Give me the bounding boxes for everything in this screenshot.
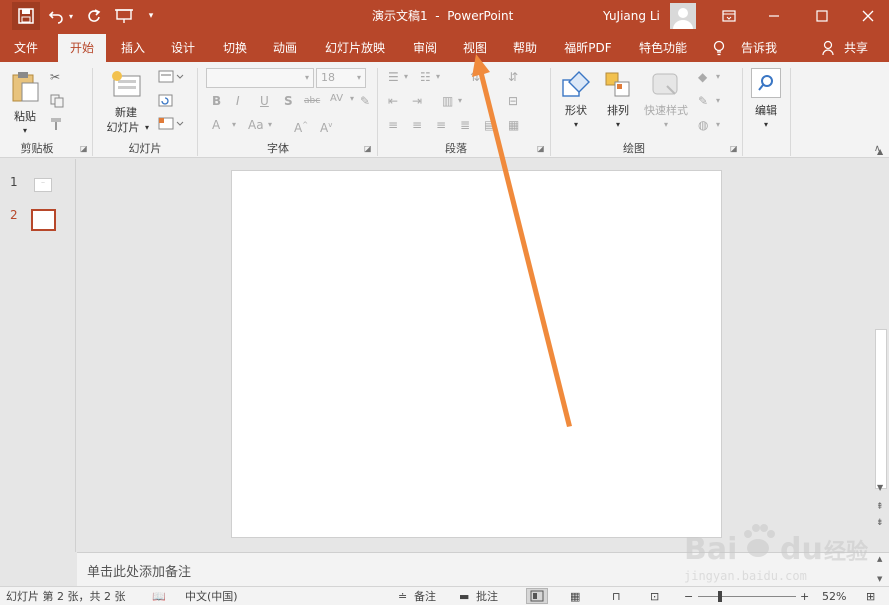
zoom-slider[interactable] <box>698 591 796 602</box>
normal-view-button[interactable] <box>526 588 548 604</box>
fit-to-window-icon[interactable]: ⊞ <box>866 589 875 604</box>
language-status[interactable]: 中文(中国) <box>185 589 238 604</box>
zoom-slider-thumb[interactable] <box>718 591 722 602</box>
comments-button[interactable]: 批注 <box>476 589 498 604</box>
zoom-out-icon[interactable]: − <box>684 589 693 604</box>
notes-toggle-button[interactable]: 备注 <box>414 589 436 604</box>
spelling-check-icon[interactable]: 📖 <box>152 589 166 604</box>
reading-view-icon[interactable]: ⊓ <box>612 589 621 604</box>
slide-sorter-icon[interactable]: ▦ <box>570 589 580 604</box>
zoom-in-icon[interactable]: + <box>800 589 809 604</box>
annotation-arrow <box>472 54 572 427</box>
comments-icon[interactable]: ▬ <box>459 589 469 604</box>
zoom-level[interactable]: 52% <box>822 589 846 604</box>
status-bar: 幻灯片 第 2 张，共 2 张 📖 中文(中国) ≐ 备注 ▬ 批注 ▦ ⊓ ⊡… <box>0 586 889 605</box>
notes-toggle-icon[interactable]: ≐ <box>398 589 407 604</box>
slide-count-status[interactable]: 幻灯片 第 2 张，共 2 张 <box>6 589 125 604</box>
normal-view-icon <box>530 590 544 602</box>
slideshow-view-icon[interactable]: ⊡ <box>650 589 659 604</box>
